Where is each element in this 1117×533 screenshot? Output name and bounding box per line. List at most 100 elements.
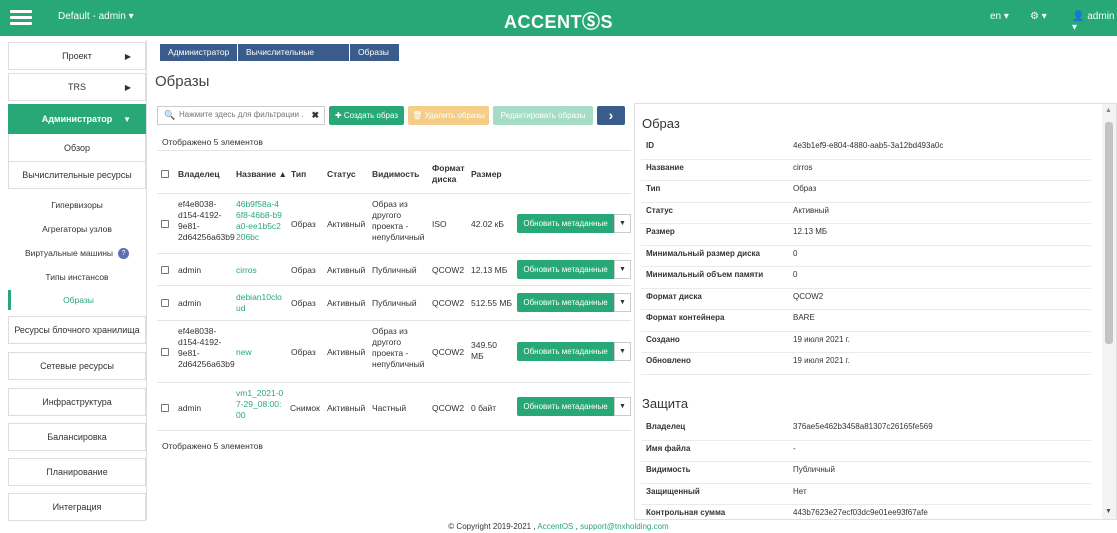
create-image-button[interactable]: ✚ Создать образ (329, 106, 404, 125)
sidebar-item-overview[interactable]: Обзор (8, 134, 146, 162)
row-status: Активный (327, 219, 366, 229)
chevron-down-icon[interactable]: ▼ (614, 214, 631, 233)
sidebar-trs[interactable]: TRS ▶ (8, 73, 146, 101)
detail-value: 443b7623e27ecf03dc9e01ee93f67afe (793, 508, 928, 517)
sidebar-item-flavors[interactable]: Типы инстансов (8, 272, 146, 282)
sidebar-compute-label: Вычислительные ресурсы (22, 170, 132, 180)
sidebar-item-block-storage[interactable]: Ресурсы блочного хранилища (8, 316, 146, 344)
update-metadata-button[interactable]: Обновить метаданные (517, 260, 614, 279)
chevron-down-icon[interactable]: ▼ (614, 260, 631, 279)
detail-key: Минимальный объем памяти (646, 270, 764, 279)
chevron-down-icon[interactable]: ▼ (614, 293, 631, 312)
sidebar-item-vms[interactable]: Виртуальные машины? (8, 248, 146, 260)
row-checkbox[interactable] (161, 348, 169, 356)
row-name-link[interactable]: vm1_2021-07-29_08:00:00 (236, 388, 286, 421)
detail-value: Активный (793, 205, 829, 215)
user-menu[interactable]: 👤 admin ▾ (1072, 11, 1117, 33)
row-name-link[interactable]: 46b9f58a-46f8-46b8-b9a0-ee1b5c2206bc (236, 199, 282, 243)
sidebar-planning-label: Планирование (46, 467, 108, 477)
row-format: QCOW2 (432, 403, 465, 413)
sidebar-overview-label: Обзор (64, 142, 90, 153)
chevron-down-icon[interactable]: ▼ (614, 342, 631, 361)
row-format: QCOW2 (432, 298, 465, 308)
scrollbar-thumb[interactable] (1105, 122, 1113, 344)
sidebar-item-hypervisors[interactable]: Гипервизоры (8, 200, 146, 210)
sidebar-item-planning[interactable]: Планирование (8, 458, 146, 486)
filter-input[interactable] (179, 110, 304, 119)
footer: © Copyright 2019-2021 , AccentOS , suppo… (0, 522, 1117, 531)
breadcrumb-compute[interactable]: Вычислительные ресурсы (238, 44, 349, 74)
col-visibility[interactable]: Видимость (372, 169, 419, 180)
filter-box: 🔍 ✖ (157, 106, 325, 125)
search-icon: 🔍 (164, 110, 176, 120)
detail-key: Формат контейнера (646, 313, 725, 322)
detail-key: ID (646, 141, 654, 150)
scroll-up-icon[interactable]: ▲ (1105, 107, 1112, 114)
next-arrow-icon[interactable]: › (597, 106, 625, 125)
sidebar-item-compute[interactable]: Вычислительные ресурсы (8, 161, 146, 189)
row-owner: admin (178, 298, 202, 308)
sidebar-integration-label: Интеграция (52, 502, 102, 512)
row-checkbox[interactable] (161, 404, 169, 412)
col-status[interactable]: Статус (327, 169, 356, 180)
scroll-down-icon[interactable]: ▼ (1105, 508, 1112, 515)
footer-product-link[interactable]: AccentOS (537, 522, 573, 531)
row-type: Образ (291, 265, 316, 275)
update-metadata-button[interactable]: Обновить метаданные (517, 397, 614, 416)
edit-images-button[interactable]: Редактировать образы (493, 106, 593, 125)
col-name[interactable]: Название ▲ (236, 169, 287, 180)
row-size: 42.02 кБ (471, 219, 504, 229)
chevron-right-icon: ▶ (124, 51, 131, 61)
row-visibility: Образ из другого проекта - непубличный (372, 326, 425, 369)
row-format: QCOW2 (432, 265, 465, 275)
row-type: Образ (291, 347, 316, 357)
chevron-down-icon[interactable]: ▼ (614, 397, 631, 416)
update-metadata-button[interactable]: Обновить метаданные (517, 214, 614, 233)
detail-scrollbar[interactable]: ▲ ▼ (1102, 104, 1116, 519)
user-icon: 👤 (1072, 11, 1085, 22)
row-format: QCOW2 (432, 347, 465, 357)
row-status: Активный (327, 403, 366, 413)
row-checkbox[interactable] (161, 266, 169, 274)
sidebar-item-network[interactable]: Сетевые ресурсы (8, 352, 146, 380)
row-name-link[interactable]: debian10cloud (236, 292, 282, 314)
row-checkbox[interactable] (161, 220, 169, 228)
top-navbar: Default - admin ▾ ACCENTⓈS en ▾ ⚙ ▾ 👤 ad… (0, 0, 1117, 36)
row-visibility: Образ из другого проекта - непубличный (372, 199, 425, 242)
sidebar-item-integration[interactable]: Интеграция (8, 493, 146, 521)
select-all-checkbox[interactable] (161, 170, 169, 178)
image-section-title: Образ (642, 116, 680, 131)
detail-key: Видимость (646, 465, 691, 474)
col-size[interactable]: Размер (471, 169, 502, 180)
row-checkbox[interactable] (161, 299, 169, 307)
sidebar-network-label: Сетевые ресурсы (40, 361, 114, 371)
breadcrumb-admin[interactable]: Администратор (160, 44, 237, 61)
chevron-down-icon: ▼ (123, 114, 131, 124)
update-metadata-button[interactable]: Обновить метаданные (517, 293, 614, 312)
col-format[interactable]: Формат диска (432, 163, 466, 185)
row-status: Активный (327, 298, 366, 308)
col-type[interactable]: Тип (291, 169, 306, 180)
delete-images-button[interactable]: 🗑 Удалить образы (408, 106, 489, 125)
footer-email-link[interactable]: support@tnxholding.com (580, 522, 669, 531)
footer-separator: , (575, 522, 578, 531)
sidebar-project[interactable]: Проект ▶ (8, 42, 146, 70)
sidebar-item-images[interactable]: Образы (8, 290, 146, 310)
sidebar-item-infrastructure[interactable]: Инфраструктура (8, 388, 146, 416)
sidebar-item-balancing[interactable]: Балансировка (8, 423, 146, 451)
row-visibility: Публичный (372, 298, 417, 308)
row-name-link[interactable]: cirros (236, 265, 257, 276)
sidebar-item-aggregates[interactable]: Агрегаторы узлов (8, 224, 146, 234)
row-size: 0 байт (471, 403, 497, 413)
clear-filter-icon[interactable]: ✖ (311, 110, 319, 121)
chevron-right-icon: ▶ (124, 82, 131, 92)
row-name-link[interactable]: new (236, 347, 252, 358)
language-selector[interactable]: en ▾ (990, 11, 1009, 22)
detail-key: Обновлено (646, 356, 691, 365)
settings-menu[interactable]: ⚙ ▾ (1030, 11, 1047, 22)
row-type: Образ (291, 298, 316, 308)
sidebar-admin[interactable]: Администратор ▼ (8, 104, 146, 134)
col-owner[interactable]: Владелец (178, 169, 220, 180)
update-metadata-button[interactable]: Обновить метаданные (517, 342, 614, 361)
help-badge-icon: ? (118, 248, 130, 260)
